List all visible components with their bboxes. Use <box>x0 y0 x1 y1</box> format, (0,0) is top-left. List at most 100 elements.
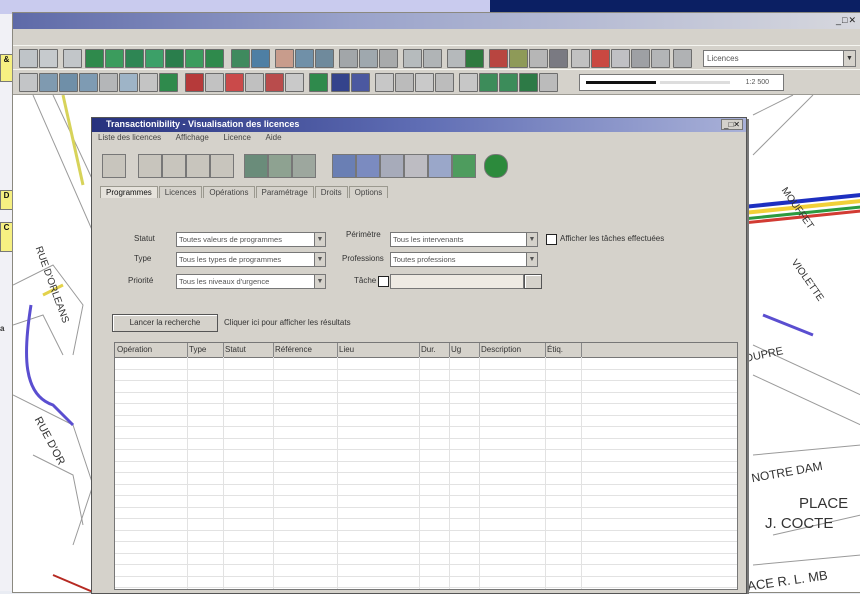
tool-icon[interactable] <box>571 49 590 68</box>
tool-icon[interactable] <box>529 49 548 68</box>
print-icon[interactable] <box>339 49 358 68</box>
draw-icon[interactable] <box>245 73 264 92</box>
layer-icon[interactable] <box>447 49 466 68</box>
layer-green-icon[interactable] <box>125 49 144 68</box>
grid-column-header[interactable]: Type <box>187 343 224 357</box>
layer-green-icon[interactable] <box>185 49 204 68</box>
show-done-checkbox[interactable] <box>546 234 557 245</box>
draw-icon[interactable] <box>225 73 244 92</box>
excel-icon[interactable] <box>452 154 476 178</box>
grid-icon[interactable] <box>404 154 428 178</box>
chevron-down-icon[interactable]: ▼ <box>843 51 855 66</box>
grid-column-header[interactable]: Référence <box>273 343 338 357</box>
nav-icon[interactable] <box>79 73 98 92</box>
status-select[interactable]: Toutes valeurs de programmes ▼ <box>176 232 326 247</box>
stop-icon[interactable] <box>591 49 610 68</box>
task-checkbox[interactable] <box>378 276 389 287</box>
pan-icon[interactable] <box>39 49 58 68</box>
task-field[interactable] <box>390 274 524 289</box>
grid-column-header[interactable]: Statut <box>223 343 274 357</box>
chevron-down-icon[interactable]: ▼ <box>314 253 325 266</box>
profession-select[interactable]: Toutes professions ▼ <box>390 252 538 267</box>
draw-icon[interactable] <box>499 73 518 92</box>
draw-icon[interactable] <box>265 73 284 92</box>
nav-icon[interactable] <box>39 73 58 92</box>
select-icon[interactable] <box>19 49 38 68</box>
dialog-menu-item[interactable]: Aide <box>266 133 282 142</box>
grid-column-header[interactable]: Ug <box>449 343 480 357</box>
grid-icon[interactable] <box>380 154 404 178</box>
priority-select[interactable]: Tous les niveaux d'urgence ▼ <box>176 274 326 289</box>
draw-icon[interactable] <box>285 73 304 92</box>
zoom-icon[interactable] <box>63 49 82 68</box>
info-icon[interactable] <box>403 49 422 68</box>
nav-icon[interactable] <box>99 73 118 92</box>
arrow-icon[interactable] <box>268 154 292 178</box>
draw-icon[interactable] <box>459 73 478 92</box>
chevron-down-icon[interactable]: ▼ <box>526 233 537 246</box>
tab-parametrage[interactable]: Paramétrage <box>255 186 314 198</box>
chevron-down-icon[interactable]: ▼ <box>314 233 325 246</box>
draw-icon[interactable] <box>415 73 434 92</box>
page-icon[interactable] <box>210 154 234 178</box>
export-icon[interactable] <box>359 49 378 68</box>
arrow-icon[interactable] <box>292 154 316 178</box>
draw-icon[interactable] <box>185 73 204 92</box>
layer-green-icon[interactable] <box>165 49 184 68</box>
draw-icon[interactable] <box>479 73 498 92</box>
map-tool-icon[interactable] <box>251 49 270 68</box>
tool-icon[interactable] <box>509 49 528 68</box>
draw-icon[interactable] <box>351 73 370 92</box>
page-icon[interactable] <box>186 154 210 178</box>
tool-icon[interactable] <box>611 49 630 68</box>
nav-icon[interactable] <box>59 73 78 92</box>
go-icon[interactable] <box>484 154 508 178</box>
search-button[interactable]: Lancer la recherche <box>112 314 218 332</box>
info-icon[interactable] <box>423 49 442 68</box>
tool-icon[interactable] <box>631 49 650 68</box>
results-grid[interactable]: Opération Type Statut Référence Lieu Dur… <box>114 342 738 590</box>
nav-icon[interactable] <box>159 73 178 92</box>
layer-green-icon[interactable] <box>205 49 224 68</box>
draw-icon[interactable] <box>539 73 558 92</box>
tab-programmes[interactable]: Programmes <box>100 186 158 198</box>
tool-icon[interactable] <box>549 49 568 68</box>
edit-icon[interactable] <box>295 49 314 68</box>
draw-icon[interactable] <box>331 73 350 92</box>
chevron-down-icon[interactable]: ▼ <box>314 275 325 288</box>
grid-column-header[interactable]: Dur. <box>419 343 450 357</box>
layer-green-icon[interactable] <box>85 49 104 68</box>
page-icon[interactable] <box>162 154 186 178</box>
tab-droits[interactable]: Droits <box>314 186 348 198</box>
layer-icon[interactable] <box>465 49 484 68</box>
layer-green-icon[interactable] <box>105 49 124 68</box>
nav-icon[interactable] <box>119 73 138 92</box>
scope-select[interactable]: Tous les intervenants ▼ <box>390 232 538 247</box>
grid-column-header[interactable]: Étiq. <box>545 343 582 357</box>
window-controls[interactable]: _□✕ <box>836 15 857 26</box>
dialog-menu-item[interactable]: Licence <box>223 133 251 142</box>
grid-icon[interactable] <box>356 154 380 178</box>
tool-icon[interactable] <box>673 49 692 68</box>
draw-icon[interactable] <box>205 73 224 92</box>
draw-icon[interactable] <box>375 73 394 92</box>
grid-column-header[interactable]: Opération <box>115 343 188 357</box>
draw-icon[interactable] <box>435 73 454 92</box>
page-icon[interactable] <box>102 154 126 178</box>
tab-operations[interactable]: Opérations <box>203 186 255 198</box>
type-select[interactable]: Tous les types de programmes ▼ <box>176 252 326 267</box>
alert-icon[interactable] <box>489 49 508 68</box>
grid-icon[interactable] <box>428 154 452 178</box>
tab-licences[interactable]: Licences <box>158 186 203 198</box>
nav-icon[interactable] <box>139 73 158 92</box>
dialog-menu-item[interactable]: Affichage <box>176 133 209 142</box>
arrow-icon[interactable] <box>244 154 268 178</box>
grid-icon[interactable] <box>332 154 356 178</box>
grid-column-header[interactable]: Description <box>479 343 546 357</box>
draw-icon[interactable] <box>519 73 538 92</box>
tool-icon[interactable] <box>651 49 670 68</box>
page-icon[interactable] <box>138 154 162 178</box>
grid-column-header[interactable]: Lieu <box>337 343 420 357</box>
scale-bar[interactable]: 1:2 500 <box>579 74 784 91</box>
edit-icon[interactable] <box>275 49 294 68</box>
